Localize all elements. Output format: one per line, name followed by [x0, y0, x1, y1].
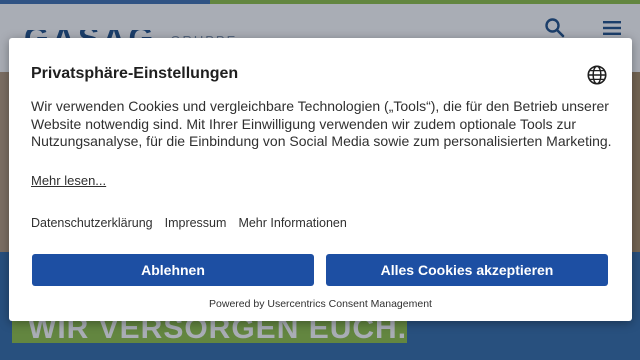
consent-dialog: Privatsphäre-Einstellungen Wir verwenden… — [9, 38, 632, 321]
consent-description: Wir verwenden Cookies und vergleichbare … — [31, 98, 612, 149]
privacy-policy-link[interactable]: Datenschutzerklärung — [31, 216, 153, 230]
deny-button[interactable]: Ablehnen — [32, 254, 314, 286]
imprint-link[interactable]: Impressum — [165, 216, 227, 230]
consent-title: Privatsphäre-Einstellungen — [31, 65, 239, 82]
read-more-link[interactable]: Mehr lesen... — [31, 173, 106, 188]
globe-icon[interactable] — [586, 64, 608, 86]
accept-all-button[interactable]: Alles Cookies akzeptieren — [326, 254, 608, 286]
powered-by-text: Powered by Usercentrics Consent Manageme… — [209, 298, 432, 310]
consent-links: Datenschutzerklärung Impressum Mehr Info… — [31, 216, 347, 230]
more-info-link[interactable]: Mehr Informationen — [238, 216, 346, 230]
